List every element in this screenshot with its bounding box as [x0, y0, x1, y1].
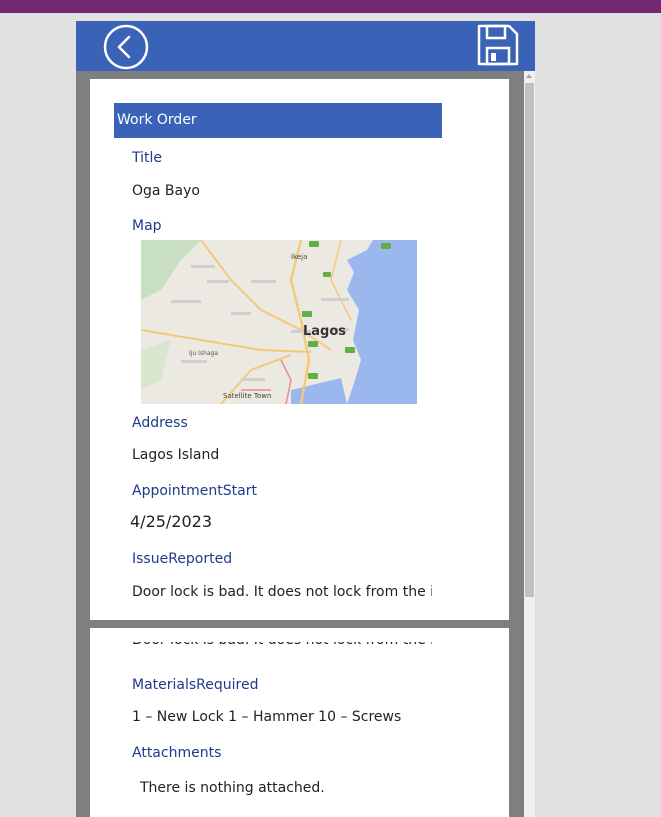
- save-button[interactable]: [476, 23, 520, 67]
- appointment-start-label: AppointmentStart: [132, 483, 257, 499]
- address-label: Address: [132, 415, 188, 431]
- attachments-value: There is nothing attached.: [140, 780, 325, 796]
- section-header-work-order: Work Order: [114, 103, 442, 138]
- appointment-start-value: 4/25/2023: [130, 512, 213, 531]
- issue-reported-label: IssueReported: [132, 551, 233, 567]
- app-header: [76, 21, 535, 71]
- materials-required-label: MaterialsRequired: [132, 677, 259, 693]
- map-label: Map: [132, 218, 162, 234]
- title-value: Oga Bayo: [132, 183, 200, 199]
- back-button[interactable]: [103, 24, 149, 70]
- back-arrow-circle-icon: [103, 24, 149, 70]
- form-card-bottom: Door lock is bad. It does not lock from …: [90, 628, 509, 817]
- floppy-disk-icon: [477, 24, 519, 66]
- issue-reported-value: Door lock is bad. It does not lock from …: [132, 584, 432, 600]
- form-card-top: Work Order Title Oga Bayo Map Lagos Ikej…: [90, 79, 509, 620]
- map-place-ikeja: Ikeja: [291, 253, 307, 261]
- vertical-scrollbar[interactable]: [524, 71, 535, 817]
- scroll-thumb[interactable]: [525, 83, 534, 597]
- map-city-label: Lagos: [303, 324, 346, 339]
- materials-required-value: 1 – New Lock 1 – Hammer 10 – Screws: [132, 709, 402, 725]
- title-label: Title: [132, 150, 163, 166]
- location-map[interactable]: Lagos Ikeja Iju Ishaga Satellite Town: [141, 240, 417, 404]
- scroll-up-arrow-icon[interactable]: [526, 74, 532, 78]
- app-top-bar: [0, 0, 661, 13]
- address-value: Lagos Island: [132, 447, 220, 463]
- attachments-label: Attachments: [132, 745, 222, 761]
- map-place-west: Iju Ishaga: [189, 350, 218, 357]
- issue-reported-overflow-text: Door lock is bad. It does not lock from …: [132, 642, 432, 649]
- map-place-satellite-town: Satellite Town: [223, 392, 271, 400]
- issue-reported-overflow: Door lock is bad. It does not lock from …: [132, 642, 432, 652]
- app-screen: Work Order Title Oga Bayo Map Lagos Ikej…: [76, 21, 535, 817]
